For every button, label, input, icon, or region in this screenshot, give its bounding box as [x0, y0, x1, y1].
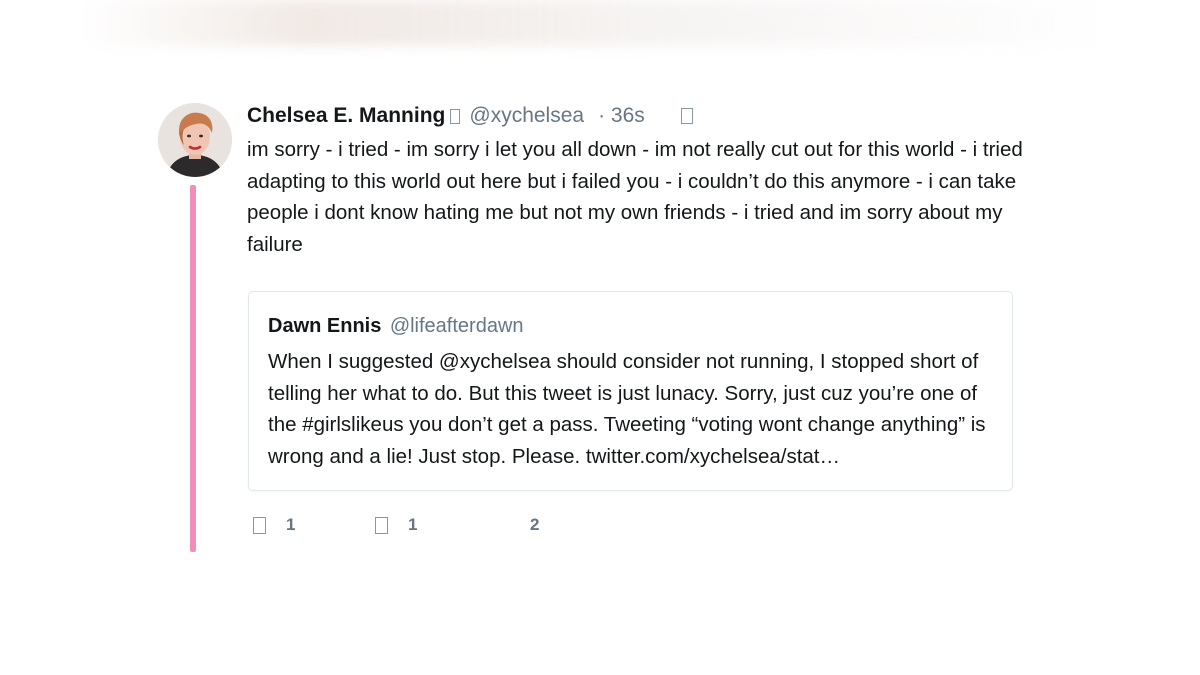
like-button[interactable]: 2 [530, 512, 539, 538]
reply-count: 1 [286, 515, 296, 534]
quoted-author-handle: @lifeafterdawn [389, 315, 524, 337]
top-blur-band [80, 0, 1120, 46]
verified-icon [450, 108, 461, 124]
avatar[interactable] [158, 103, 232, 177]
tweet-header: Chelsea E. Manning @xychelsea · 36s [247, 102, 693, 130]
quoted-tweet-header: Dawn Ennis @lifeafterdawn [268, 315, 524, 338]
quoted-tweet-text: When I suggested @xychelsea should consi… [268, 350, 986, 468]
quoted-author-name: Dawn Ennis [268, 315, 382, 337]
quoted-tweet[interactable]: Dawn Ennis @lifeafterdawn When I suggest… [248, 291, 1013, 491]
reply-button[interactable]: 1 [253, 512, 295, 538]
author-handle[interactable]: @xychelsea [469, 104, 584, 128]
retweet-button[interactable]: 1 [375, 512, 417, 538]
thread-line [190, 185, 196, 552]
author-name[interactable]: Chelsea E. Manning [247, 104, 445, 128]
retweet-icon [375, 516, 388, 534]
caret-down-icon[interactable] [680, 108, 693, 124]
retweet-count: 1 [408, 515, 418, 534]
like-count: 2 [530, 515, 540, 534]
avatar-image [158, 103, 232, 177]
reply-icon [253, 516, 266, 534]
tweet-timestamp[interactable]: · 36s [598, 104, 645, 128]
tweet-text: im sorry - i tried - im sorry i let you … [247, 138, 1023, 256]
